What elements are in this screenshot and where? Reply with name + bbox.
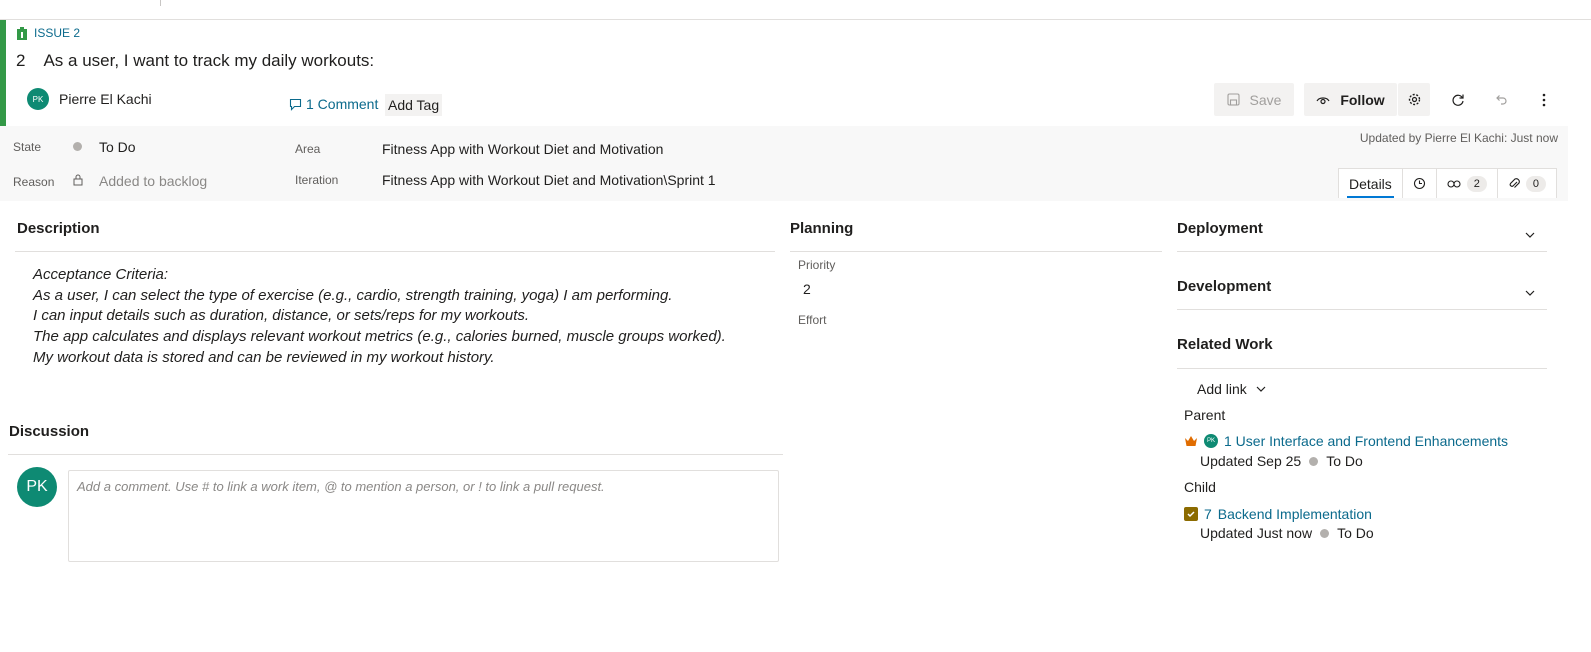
chevron-down-icon [1256, 386, 1266, 392]
crown-icon [1185, 436, 1197, 446]
divider [1177, 309, 1547, 310]
description-heading: Description [17, 220, 100, 237]
planning-heading: Planning [790, 220, 854, 237]
add-link-button[interactable]: Add link [1197, 381, 1267, 397]
work-item-type-accent [0, 20, 6, 126]
settings-button[interactable] [1398, 83, 1430, 116]
discussion-heading: Discussion [9, 423, 90, 440]
parent-group-label: Parent [1184, 407, 1226, 423]
link-icon [1447, 179, 1461, 188]
updated-by-text: Updated by Pierre El Kachi: Just now [1359, 131, 1558, 145]
reason-label: Reason [13, 175, 55, 189]
comment-count-label: 1 Comment [306, 96, 379, 112]
title-row: 2 As a user, I want to track my daily wo… [16, 51, 374, 71]
state-dot-icon [1309, 456, 1319, 466]
links-count-badge: 2 [1466, 175, 1487, 192]
state-field[interactable]: To Do [99, 139, 136, 155]
history-icon [1413, 177, 1425, 190]
work-item-title[interactable]: As a user, I want to track my daily work… [43, 51, 374, 71]
divider [15, 251, 775, 252]
parent-link-title[interactable]: 1 User Interface and Frontend Enhancemen… [1224, 433, 1508, 449]
child-link-title[interactable]: Backend Implementation [1218, 506, 1372, 522]
work-item-id: 2 [16, 51, 26, 70]
add-link-label: Add link [1197, 381, 1247, 397]
tab-attachments[interactable]: 0 [1498, 169, 1556, 198]
divider [8, 454, 783, 455]
divider [1177, 368, 1547, 369]
child-state: To Do [1337, 525, 1374, 541]
development-heading[interactable]: Development [1177, 278, 1271, 295]
child-group-label: Child [1184, 479, 1216, 495]
divider [160, 0, 161, 6]
chevron-down-icon[interactable] [1523, 228, 1537, 242]
save-icon [1226, 93, 1240, 106]
area-label: Area [295, 142, 321, 156]
child-updated: Updated Just now [1200, 525, 1313, 541]
parent-link-meta: Updated Sep 25 To Do [1200, 453, 1363, 469]
gear-icon [1408, 93, 1420, 106]
description-line: As a user, I can select the type of exer… [33, 286, 673, 304]
effort-label: Effort [798, 313, 827, 327]
description-line: Acceptance Criteria: [33, 266, 169, 283]
refresh-button[interactable] [1442, 83, 1474, 116]
comment-input[interactable]: Add a comment. Use # to link a work item… [68, 470, 779, 562]
reason-field: Added to backlog [99, 173, 208, 189]
state-dot-icon [1320, 528, 1330, 538]
child-link-meta: Updated Just now To Do [1200, 525, 1374, 541]
top-strip [0, 0, 1591, 20]
undo-icon [1496, 94, 1507, 105]
lock-icon [73, 174, 83, 186]
iteration-field[interactable]: Fitness App with Workout Diet and Motiva… [382, 172, 716, 188]
undo-button[interactable] [1485, 83, 1517, 116]
state-label: State [13, 140, 42, 154]
priority-field[interactable]: 2 [803, 281, 811, 297]
description-line: The app calculates and displays relevant… [33, 328, 726, 346]
work-item-tabs: Details 2 0 [1338, 168, 1558, 198]
iteration-label: Iteration [295, 173, 339, 187]
state-dot-icon [73, 142, 82, 151]
area-field[interactable]: Fitness App with Workout Diet and Motiva… [382, 141, 663, 157]
comment-icon [289, 98, 302, 111]
parent-updated: Updated Sep 25 [1200, 453, 1302, 469]
add-tag-button[interactable]: Add Tag [385, 94, 443, 116]
save-label: Save [1249, 91, 1282, 108]
assigned-to[interactable]: PK Pierre El Kachi [27, 88, 152, 110]
comment-count-link[interactable]: 1 Comment [289, 96, 378, 112]
eye-icon [1316, 96, 1330, 104]
description-line: My workout data is stored and can be rev… [33, 348, 495, 366]
follow-button[interactable]: Follow [1304, 83, 1397, 116]
chevron-down-icon[interactable] [1523, 286, 1537, 300]
parent-state: To Do [1326, 453, 1363, 469]
avatar: PK [17, 467, 57, 507]
work-item-type-label: ISSUE 2 [34, 26, 81, 40]
avatar: PK [27, 88, 49, 110]
parent-link-item[interactable]: PK 1 User Interface and Frontend Enhance… [1184, 433, 1508, 449]
follow-label: Follow [1340, 91, 1385, 108]
deployment-heading[interactable]: Deployment [1177, 220, 1263, 237]
work-item-type-tag: ISSUE 2 [16, 26, 80, 40]
issue-icon [17, 26, 27, 40]
priority-label: Priority [798, 258, 836, 272]
tab-links[interactable]: 2 [1437, 169, 1498, 198]
save-button[interactable]: Save [1214, 83, 1294, 116]
task-check-icon [1184, 507, 1198, 521]
tab-history[interactable] [1403, 169, 1437, 198]
paperclip-icon [1509, 178, 1520, 188]
related-work-heading: Related Work [1177, 336, 1273, 353]
avatar: PK [1204, 434, 1218, 448]
attachments-count-badge: 0 [1525, 175, 1547, 192]
description-field[interactable]: Acceptance Criteria: As a user, I can se… [33, 265, 726, 369]
tab-details[interactable]: Details [1339, 169, 1403, 198]
tab-details-label: Details [1349, 175, 1392, 192]
child-link-item[interactable]: 7 Backend Implementation [1184, 506, 1372, 522]
divider [790, 251, 1162, 252]
divider [1177, 251, 1547, 252]
refresh-icon [1452, 94, 1464, 106]
description-line: I can input details such as duration, di… [33, 307, 530, 325]
assigned-to-name: Pierre El Kachi [59, 91, 152, 107]
child-link-id[interactable]: 7 [1204, 506, 1212, 522]
more-actions-button[interactable] [1528, 83, 1560, 116]
fields-panel [0, 126, 1568, 201]
more-vertical-icon [1542, 93, 1546, 106]
